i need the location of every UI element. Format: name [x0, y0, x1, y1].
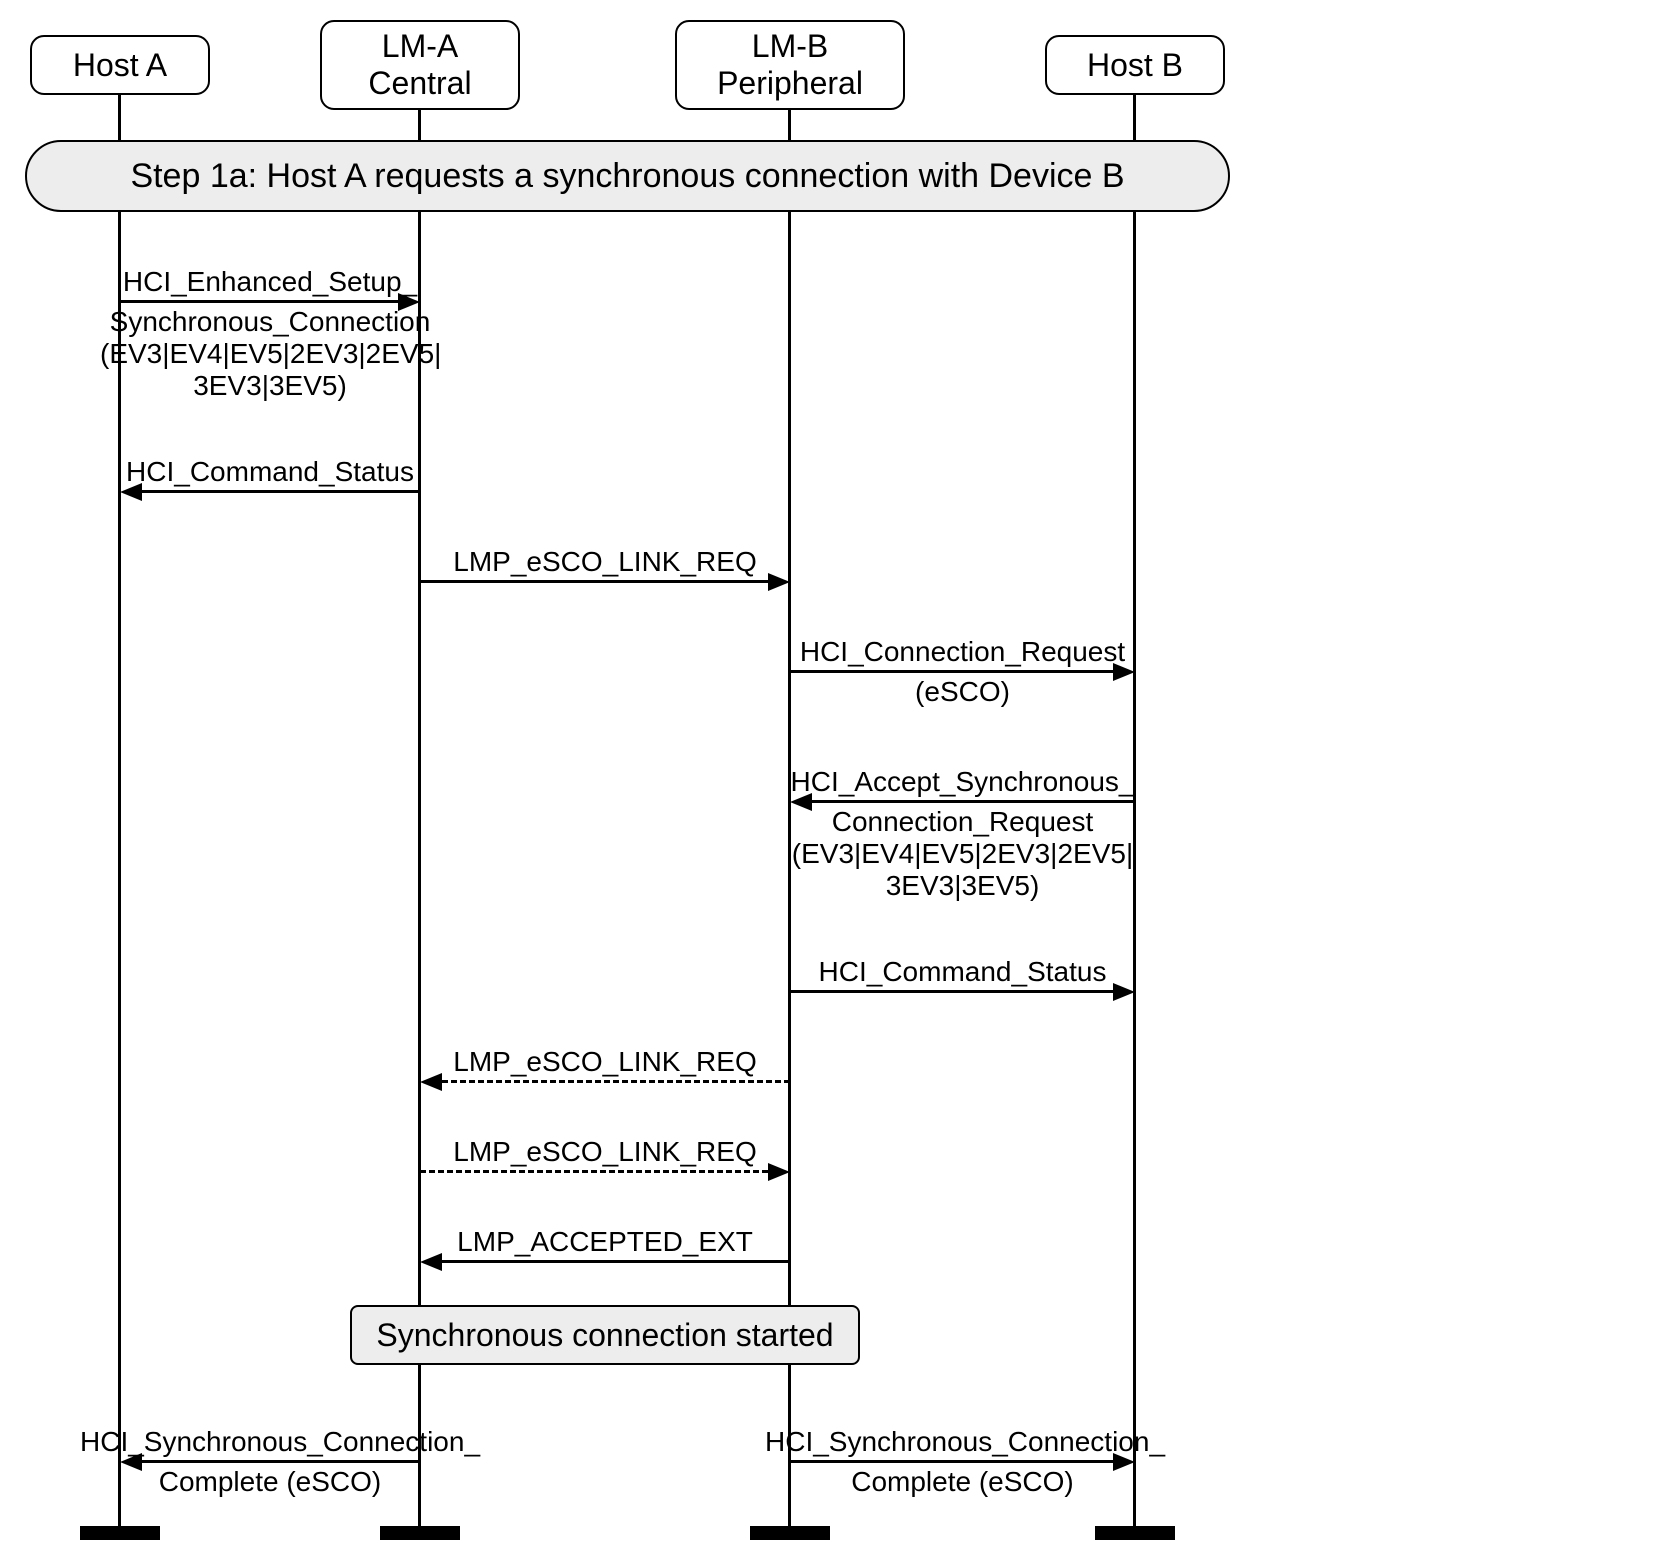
lifeline-foot: [1095, 1526, 1175, 1540]
lifeline-label: Host A: [73, 47, 167, 84]
lifeline-head-lm-b: LM-B Peripheral: [675, 20, 905, 110]
msg-label: HCI_Accept_Synchronous_: [790, 766, 1135, 798]
msg-label: (eSCO): [790, 676, 1135, 708]
msg-label: HCI_Enhanced_Setup_: [120, 266, 420, 298]
lifeline-label-line2: Peripheral: [717, 65, 863, 102]
msg-label: LMP_ACCEPTED_EXT: [420, 1226, 790, 1258]
msg-label: Connection_Request (EV3|EV4|EV5|2EV3|2EV…: [780, 806, 1145, 903]
msg-label: HCI_Command_Status: [120, 456, 420, 488]
lifeline-label-line2: Central: [368, 65, 471, 102]
msg-label: LMP_eSCO_LINK_REQ: [420, 546, 790, 578]
lifeline-head-host-a: Host A: [30, 35, 210, 95]
lifeline-foot: [380, 1526, 460, 1540]
msg-label: Synchronous_Connection (EV3|EV4|EV5|2EV3…: [100, 306, 440, 403]
note-sync-started: Synchronous connection started: [350, 1305, 860, 1365]
msg-label: HCI_Connection_Request: [790, 636, 1135, 668]
lifeline-label: Host B: [1087, 47, 1183, 84]
lifeline-label-line1: LM-B: [752, 28, 828, 65]
msg-label: HCI_Command_Status: [790, 956, 1135, 988]
step-text: Step 1a: Host A requests a synchronous c…: [130, 157, 1124, 196]
msg-label: Complete (eSCO): [790, 1466, 1135, 1498]
step-band: Step 1a: Host A requests a synchronous c…: [25, 140, 1230, 212]
msg-label: LMP_eSCO_LINK_REQ: [420, 1046, 790, 1078]
lifeline-head-host-b: Host B: [1045, 35, 1225, 95]
lifeline-head-lm-a: LM-A Central: [320, 20, 520, 110]
note-text: Synchronous connection started: [376, 1317, 833, 1354]
msg-label: HCI_Synchronous_Connection_: [80, 1426, 480, 1458]
msg-label: HCI_Synchronous_Connection_: [765, 1426, 1165, 1458]
msg-label: LMP_eSCO_LINK_REQ: [420, 1136, 790, 1168]
msg-label: Complete (eSCO): [120, 1466, 420, 1498]
lifeline-label-line1: LM-A: [382, 28, 458, 65]
lifeline-foot: [80, 1526, 160, 1540]
sequence-diagram: Host A LM-A Central LM-B Peripheral Host…: [20, 20, 1656, 1540]
lifeline-foot: [750, 1526, 830, 1540]
